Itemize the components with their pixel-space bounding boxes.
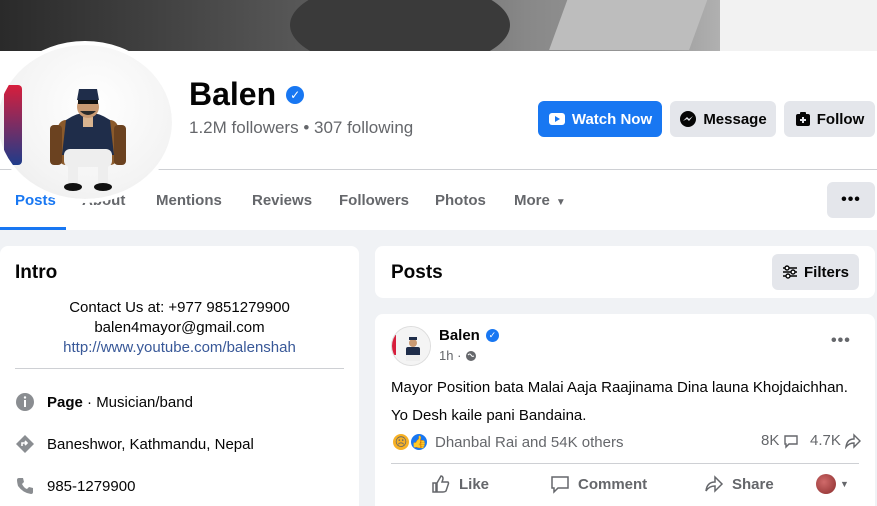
like-icon (432, 475, 450, 493)
post-divider (391, 463, 859, 464)
comment-label: Comment (578, 475, 648, 493)
like-button[interactable]: Like (431, 474, 489, 494)
video-icon (548, 113, 565, 125)
info-page-category: Page · Musician/band (15, 392, 193, 412)
tab-more[interactable]: More ▼ (514, 192, 566, 209)
page-category: · Musician/band (82, 393, 193, 411)
location-text[interactable]: Baneshwor, Kathmandu, Nepal (47, 436, 254, 453)
verified-badge-icon: ✓ (286, 85, 305, 104)
message-button[interactable]: Message (670, 101, 776, 137)
share-icon (705, 475, 724, 493)
shares-count-text: 4.7K (810, 432, 841, 449)
post-author-avatar[interactable] (391, 326, 431, 366)
comment-small-icon (784, 434, 799, 449)
comments-count-text: 8K (761, 432, 780, 449)
filters-label: Filters (803, 263, 849, 281)
like-label: Like (459, 475, 490, 493)
phone-text: 985-1279900 (47, 477, 136, 495)
more-dots-icon: ••• (841, 191, 861, 208)
tab-followers[interactable]: Followers (339, 192, 409, 209)
chevron-down-icon: ▼ (555, 197, 566, 208)
page-label: Page (47, 393, 83, 411)
profile-avatar[interactable] (0, 41, 176, 203)
comment-icon (551, 476, 569, 494)
intro-divider (15, 368, 344, 369)
tab-more-label: More (514, 192, 550, 209)
phone-icon (15, 476, 35, 496)
follow-icon (795, 112, 810, 126)
shares-count[interactable]: 4.7K (810, 432, 861, 449)
cover-shape (720, 0, 877, 51)
post-card: Balen ✓ 1h · ••• Mayor Position bata Mal… (375, 314, 875, 506)
follow-button[interactable]: Follow (784, 101, 875, 137)
profile-header: Balen ✓ 1.2M followers • 307 following W… (0, 41, 877, 203)
share-small-icon (844, 432, 861, 449)
info-phone: 985-1279900 (15, 476, 135, 496)
follow-label: Follow (816, 110, 865, 128)
watch-now-label: Watch Now (571, 110, 653, 128)
chevron-down-icon: ▼ (840, 479, 849, 489)
intro-card: Intro Contact Us at: +977 9851279900 bal… (0, 246, 359, 506)
comments-count[interactable]: 8K (761, 432, 799, 449)
share-label: Share (732, 475, 774, 493)
tab-photos[interactable]: Photos (435, 192, 486, 209)
profile-stats[interactable]: 1.2M followers • 307 following (189, 118, 413, 138)
globe-icon (466, 350, 477, 361)
info-icon (15, 392, 35, 412)
bio-email: balen4mayor@gmail.com (94, 319, 265, 336)
more-options-button[interactable]: ••• (827, 182, 875, 218)
sad-reaction-icon: ☹ (391, 432, 411, 452)
watch-now-button[interactable]: Watch Now (538, 101, 662, 137)
reactions-text: Dhanbal Rai and 54K others (435, 433, 624, 451)
location-icon (15, 434, 35, 454)
cover-photo[interactable] (0, 0, 877, 51)
messenger-icon (680, 111, 697, 127)
info-location: Baneshwor, Kathmandu, Nepal (15, 434, 254, 454)
post-time[interactable]: 1h · (439, 348, 461, 363)
reaction-as-selector[interactable]: ▼ (816, 474, 849, 494)
tab-reviews[interactable]: Reviews (252, 192, 312, 209)
cover-shape (290, 0, 510, 51)
like-reaction-icon: 👍 (409, 432, 429, 452)
viewer-avatar (816, 474, 836, 494)
share-button[interactable]: Share (704, 474, 774, 494)
filters-button[interactable]: Filters (772, 254, 859, 290)
profile-name: Balen (189, 76, 277, 112)
message-label: Message (703, 110, 767, 128)
person-figure (50, 89, 126, 191)
comment-button[interactable]: Comment (550, 474, 647, 494)
post-line-1: Mayor Position bata Malai Aaja Raajinama… (391, 379, 848, 396)
bio-youtube-link[interactable]: http://www.youtube.com/balenshah (15, 338, 344, 358)
posts-title: Posts (391, 262, 443, 283)
post-body: Mayor Position bata Malai Aaja Raajinama… (391, 374, 848, 430)
intro-title: Intro (15, 262, 58, 283)
post-line-2: Yo Desh kaile pani Bandaina. (391, 407, 587, 424)
intro-bio: Contact Us at: +977 9851279900 balen4may… (15, 298, 344, 358)
post-author-name[interactable]: Balen (439, 327, 480, 344)
post-more-dots-icon[interactable]: ••• (831, 332, 851, 350)
filters-icon (782, 265, 797, 279)
cover-shape (549, 0, 711, 50)
reactions-summary[interactable]: ☹ 👍 Dhanbal Rai and 54K others (391, 432, 623, 452)
verified-badge-icon: ✓ (485, 329, 499, 342)
active-tab-indicator (0, 227, 66, 230)
posts-header-card: Posts Filters (375, 246, 875, 298)
bio-contact: Contact Us at: +977 9851279900 (69, 299, 290, 316)
